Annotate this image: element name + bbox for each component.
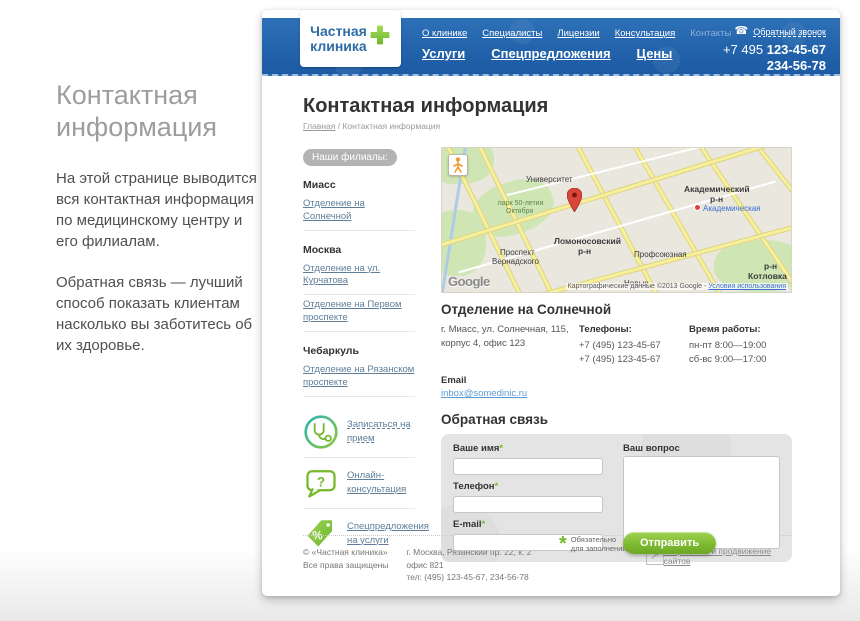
main-column: Университет Академический р-н Академичес… — [441, 147, 792, 562]
clinic-logo-text: Частная клиника — [310, 24, 367, 53]
phone-number-main: 123-45-67 — [767, 42, 826, 57]
page-title: Контактная информация — [303, 95, 792, 118]
branch-link-ryazanskiy-prospekt[interactable]: Отделение на Рязанском проспекте — [303, 360, 415, 397]
branch-link-solnechnaya[interactable]: Отделение на Солнечной — [303, 194, 415, 231]
map-label: р-н — [578, 246, 591, 256]
breadcrumb: Главная / Контактная информация — [303, 121, 792, 131]
branch-link-perviy-prospekt[interactable]: Отделение на Первом проспекте — [303, 295, 415, 332]
feedback-title: Обратная связь — [441, 412, 792, 427]
required-asterisk: * — [482, 519, 486, 530]
callback-block: ☎ Обратный звонок — [735, 26, 827, 37]
branch-address: г. Миасс, ул. Солнечная, 115, корпус 4, … — [441, 323, 579, 366]
branches-rail: Наши филиалы: Миасс Отделение на Солнечн… — [303, 147, 415, 562]
branch-phone-2: +7 (495) 123-45-67 — [579, 353, 689, 367]
svg-text:?: ? — [317, 474, 325, 489]
top-nav-about[interactable]: О клинике — [422, 28, 467, 39]
footer-copyright: © «Частная клиника» Все права защищены — [303, 546, 406, 572]
map-label: Ломоносовский — [554, 236, 621, 246]
phone-input[interactable] — [453, 496, 603, 513]
top-nav: О клинике Специалисты Лицензии Консульта… — [422, 28, 731, 39]
google-logo[interactable]: Google — [448, 274, 490, 289]
branch-city-chebarkul: Чебаркуль — [303, 345, 415, 360]
branch-link-kurchatova[interactable]: Отделение на ул. Курчатова — [303, 259, 415, 296]
map-label: Университет — [526, 175, 573, 184]
page-content: Контактная информация Главная / Контактн… — [303, 76, 792, 562]
question-field-label: Ваш вопрос — [623, 443, 780, 454]
branch-hours: Время работы: пн-пт 8:00—19:00 сб-вс 9:0… — [689, 323, 799, 366]
branches-badge: Наши филиалы: — [303, 149, 397, 166]
map-label: р-н — [764, 261, 777, 271]
branch-phone-1: +7 (495) 123-45-67 — [579, 339, 689, 353]
intro-paragraph-1: На этой странице выводится вся контактна… — [56, 168, 261, 252]
required-asterisk: * — [495, 481, 499, 492]
required-asterisk: * — [499, 443, 503, 454]
branch-email-block: Email inbox@somedinic.ru — [441, 375, 792, 399]
intro-title: Контактная информация — [56, 80, 261, 144]
name-input[interactable] — [453, 458, 603, 475]
map-label: Октября — [506, 208, 533, 215]
map-label: Профсоюзная — [634, 250, 687, 259]
breadcrumb-current: Контактная информация — [342, 121, 440, 131]
top-nav-contacts-active[interactable]: Контакты — [690, 28, 731, 39]
map-attribution: Картографические данные ©2013 Google - У… — [566, 283, 788, 290]
hours-weekend: сб-вс 9:00—17:00 — [689, 353, 799, 367]
main-nav-prices[interactable]: Цены — [637, 46, 673, 61]
email-label: Email — [441, 375, 792, 386]
map-label: Котловка — [748, 271, 787, 281]
map-label: парк 50-летия — [498, 200, 543, 207]
promo-appointment[interactable]: Записаться на прием — [303, 407, 415, 458]
name-field-label: Ваше имя* — [453, 443, 603, 454]
map-label: Вернадского — [492, 257, 539, 266]
branch-details-row: г. Миасс, ул. Солнечная, 115, корпус 4, … — [441, 323, 792, 366]
callback-link[interactable]: Обратный звонок — [753, 27, 826, 37]
submit-button[interactable]: Отправить — [623, 532, 716, 554]
promo-online-consult[interactable]: ? Онлайн-консультация — [303, 458, 415, 509]
chat-question-icon: ? — [303, 465, 339, 501]
email-link[interactable]: inbox@somedinic.ru — [441, 388, 527, 399]
clinic-logo[interactable]: Частная клиника — [300, 10, 401, 67]
map-terms-link[interactable]: Условия использования — [708, 283, 786, 290]
phone-number-secondary: 234-56-78 — [767, 58, 826, 73]
feedback-form-panel: Ваше имя* Телефон* E-mail* Ваш вопрос * … — [441, 434, 792, 562]
required-note: * Обязательнодля заполнения — [559, 535, 626, 554]
google-map[interactable]: Университет Академический р-н Академичес… — [441, 147, 792, 293]
header-phones: +7 495 123-45-67 234-56-78 — [723, 42, 826, 73]
breadcrumb-divider: / — [338, 121, 340, 131]
phones-label: Телефоны: — [579, 323, 689, 337]
phone-prefix: +7 495 — [723, 42, 767, 57]
branch-city-moscow: Москва — [303, 244, 415, 259]
map-label: Академическая — [694, 204, 761, 213]
pegman-control[interactable] — [448, 154, 468, 176]
intro-column: Контактная информация На этой странице в… — [56, 80, 261, 376]
map-label: Проспект — [500, 248, 535, 257]
top-nav-consultation[interactable]: Консультация — [615, 28, 676, 39]
main-nav: Услуги Спецпредложения Цены — [422, 46, 672, 61]
phone-field-label: Телефон* — [453, 481, 603, 492]
branch-phones: Телефоны: +7 (495) 123-45-67 +7 (495) 12… — [579, 323, 689, 366]
intro-paragraph-2: Обратная связь — лучший способ показать … — [56, 272, 261, 356]
phone-receiver-icon: ☎ — [735, 26, 749, 37]
branch-details-title: Отделение на Солнечной — [441, 302, 792, 317]
map-label: р-н — [710, 194, 723, 204]
branch-city-miass: Миасс — [303, 179, 415, 194]
breadcrumb-home-link[interactable]: Главная — [303, 121, 335, 131]
required-note-asterisk-icon: * — [559, 538, 567, 550]
promo-appointment-link[interactable]: Записаться на прием — [347, 418, 415, 445]
top-nav-licenses[interactable]: Лицензии — [557, 28, 599, 39]
hours-label: Время работы: — [689, 323, 799, 337]
hours-weekdays: пн-пт 8:00—19:00 — [689, 339, 799, 353]
map-label: Академический — [684, 184, 750, 194]
green-cross-icon — [369, 24, 391, 46]
top-nav-specialists[interactable]: Специалисты — [482, 28, 542, 39]
stethoscope-icon — [303, 414, 339, 450]
main-nav-specials[interactable]: Спецпредложения — [491, 46, 610, 61]
main-nav-services[interactable]: Услуги — [422, 46, 465, 61]
site-preview-card: О клинике Специалисты Лицензии Консульта… — [262, 10, 840, 596]
promo-online-consult-link[interactable]: Онлайн-консультация — [347, 469, 415, 496]
email-field-label: E-mail* — [453, 519, 603, 530]
map-marker-pin[interactable] — [567, 188, 582, 217]
